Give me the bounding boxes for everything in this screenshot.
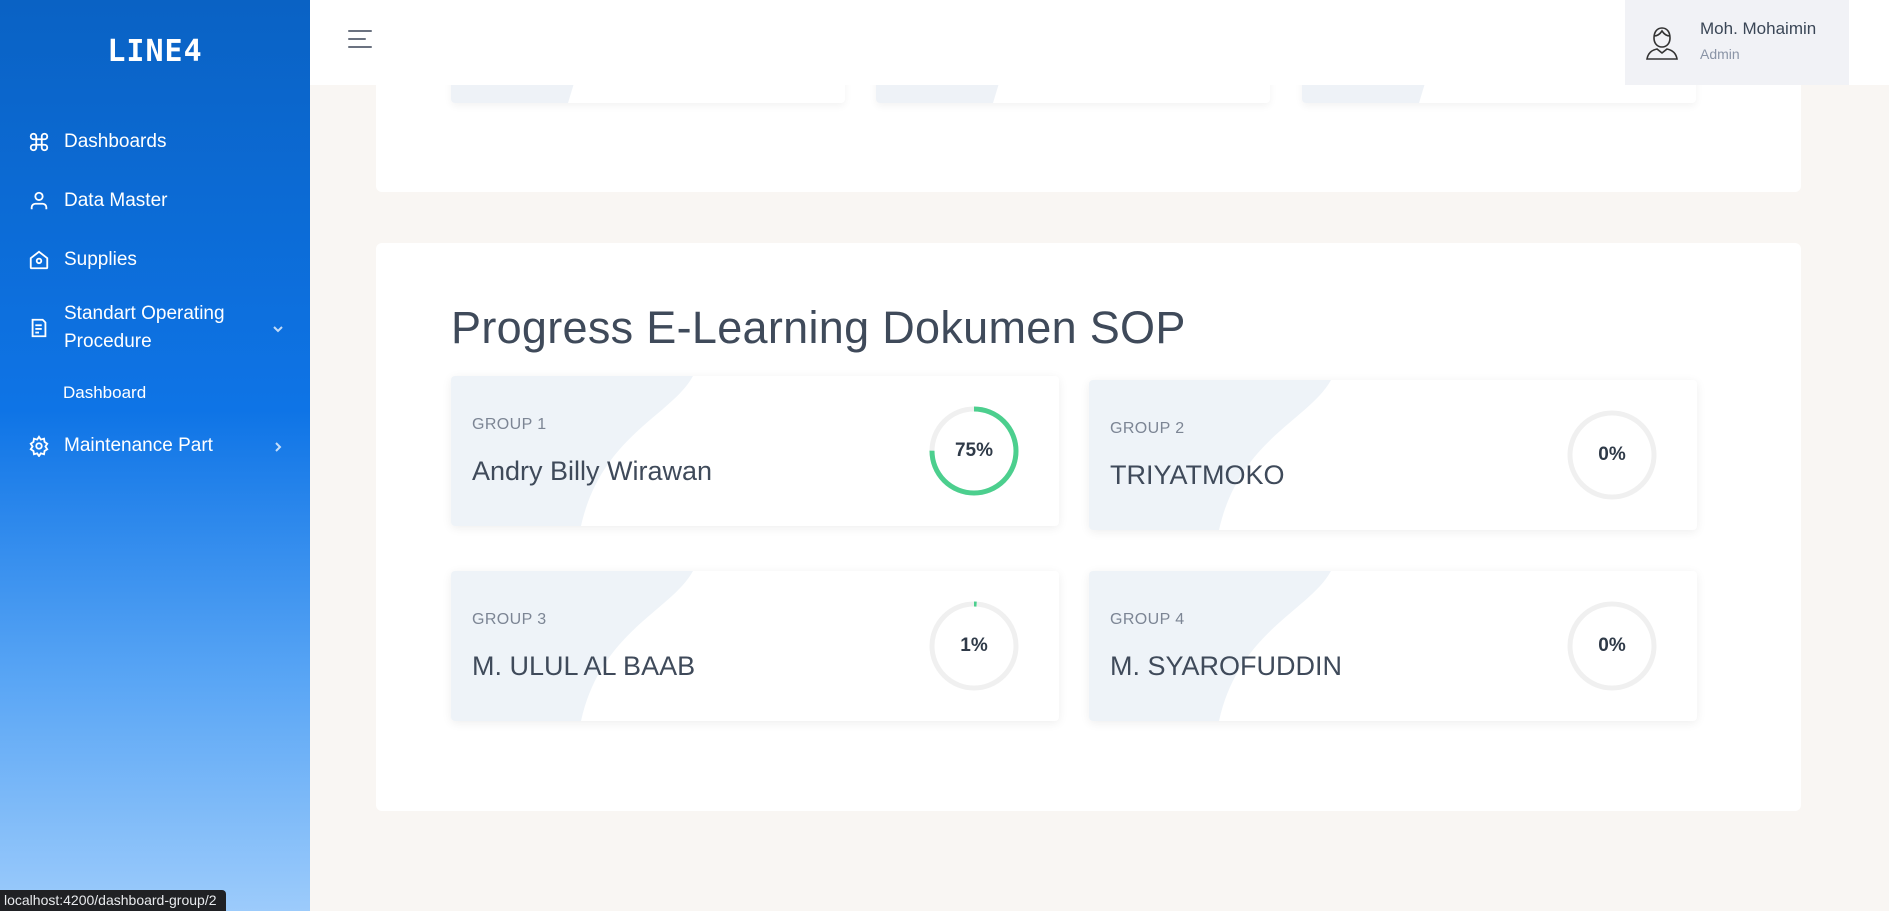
sidebar-item-data-master[interactable]: Data Master xyxy=(28,187,167,215)
sidebar-item-sop[interactable]: Standart Operating Procedure xyxy=(28,300,225,356)
group-card-4[interactable]: GROUP 4 M. SYAROFUDDIN 0% xyxy=(1089,571,1697,721)
sidebar-item-dashboards[interactable]: Dashboards xyxy=(28,128,166,156)
sidebar-item-label: Supplies xyxy=(64,249,137,270)
progress-percent: 1% xyxy=(960,635,988,656)
avatar-icon xyxy=(1645,24,1679,60)
chevron-down-icon[interactable] xyxy=(272,322,284,334)
group-label: GROUP 3 xyxy=(472,611,547,628)
progress-percent: 0% xyxy=(1598,635,1626,656)
sidebar-item-label: Standart Operating Procedure xyxy=(64,300,225,356)
group-card-2[interactable]: GROUP 2 TRIYATMOKO 0% xyxy=(1089,380,1697,530)
sidebar-item-label: Maintenance Part xyxy=(64,435,213,456)
user-name: Moh. Mohaimin xyxy=(1700,19,1817,38)
command-icon xyxy=(28,131,50,153)
group-leader-name: M. SYAROFUDDIN xyxy=(1110,651,1343,681)
group-label: GROUP 1 xyxy=(472,416,547,433)
gear-icon xyxy=(28,435,50,457)
group-leader-name: M. ULUL AL BAAB xyxy=(472,651,696,681)
chevron-right-icon[interactable] xyxy=(272,440,284,452)
user-profile[interactable]: Moh. Mohaimin Admin xyxy=(1625,0,1849,85)
group-leader-name: TRIYATMOKO xyxy=(1110,460,1285,490)
sidebar: LINE4 Dashboards Data Master Supplies St… xyxy=(0,0,310,911)
home-icon xyxy=(28,249,50,271)
group-label: GROUP 4 xyxy=(1110,611,1185,628)
app-logo[interactable]: LINE4 xyxy=(0,34,310,69)
sidebar-item-label-line2: Procedure xyxy=(64,331,152,352)
document-icon xyxy=(28,317,50,339)
menu-toggle-icon[interactable] xyxy=(348,30,374,52)
group-label: GROUP 2 xyxy=(1110,420,1185,437)
sidebar-item-label: Dashboards xyxy=(64,131,167,152)
user-role: Admin xyxy=(1700,46,1740,62)
sidebar-item-maintenance-part[interactable]: Maintenance Part xyxy=(28,432,213,460)
sidebar-subitem-dashboard[interactable]: Dashboard xyxy=(63,383,146,403)
browser-status-url: localhost:4200/dashboard-group/2 xyxy=(0,890,226,911)
group-card-1[interactable]: GROUP 1 Andry Billy Wirawan 75% xyxy=(451,376,1059,526)
section-title: Progress E-Learning Dokumen SOP xyxy=(451,302,1186,353)
sidebar-item-label: Data Master xyxy=(64,190,168,211)
user-icon xyxy=(28,190,50,212)
progress-percent: 75% xyxy=(954,440,994,461)
group-leader-name: Andry Billy Wirawan xyxy=(472,456,713,486)
sidebar-item-supplies[interactable]: Supplies xyxy=(28,246,137,274)
group-card-3[interactable]: GROUP 3 M. ULUL AL BAAB 1% xyxy=(451,571,1059,721)
top-header: Moh. Mohaimin Admin xyxy=(310,0,1889,85)
sidebar-item-label-line1: Standart Operating xyxy=(64,303,225,324)
progress-percent: 0% xyxy=(1598,444,1626,465)
